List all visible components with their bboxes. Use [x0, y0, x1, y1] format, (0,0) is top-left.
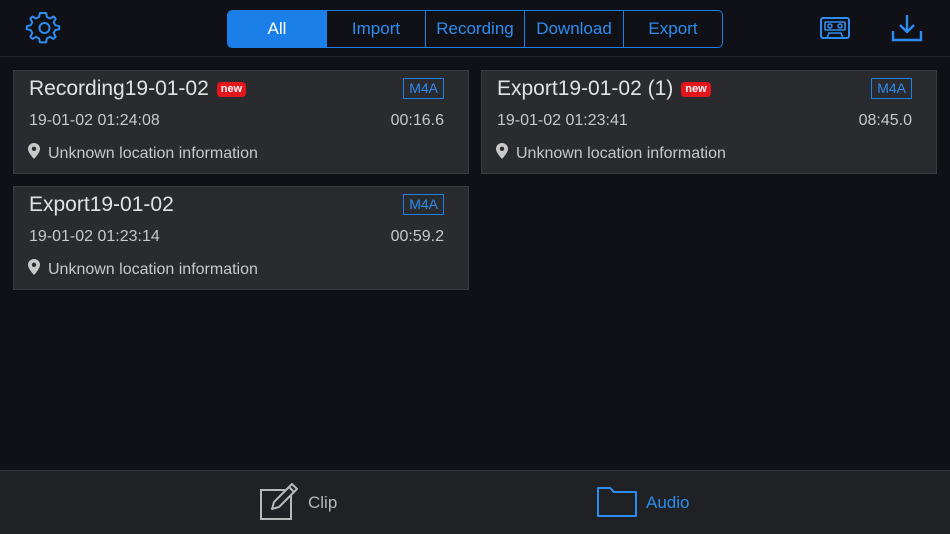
tab-export[interactable]: Export — [624, 11, 722, 47]
cassette-icon[interactable] — [816, 12, 854, 44]
recording-title: Export19-01-02 — [29, 193, 174, 216]
new-badge: new — [681, 81, 711, 97]
gear-icon[interactable] — [24, 10, 62, 46]
tab-clip-label: Clip — [308, 493, 338, 512]
recording-date: 19-01-02 01:23:14 — [29, 228, 160, 245]
location-pin-icon — [28, 143, 40, 164]
recording-duration: 08:45.0 — [858, 112, 912, 129]
recording-card[interactable]: Export19-01-02 M4A 19-01-02 01:23:14 00:… — [13, 186, 469, 290]
new-badge: new — [216, 81, 247, 97]
recording-card[interactable]: Recording19-01-02 new M4A 19-01-02 01:24… — [13, 70, 469, 174]
download-icon[interactable] — [886, 10, 928, 46]
folder-icon — [596, 484, 638, 523]
location-row: Unknown location information — [28, 259, 258, 280]
recording-duration: 00:59.2 — [390, 228, 444, 245]
tab-download[interactable]: Download — [525, 11, 624, 47]
format-badge: M4A — [403, 78, 444, 99]
recording-duration: 00:16.6 — [390, 112, 444, 129]
format-badge: M4A — [403, 194, 444, 215]
top-bar: All Import Recording Download Export — [0, 0, 950, 57]
location-pin-icon — [28, 259, 40, 280]
card-title-row: Export19-01-02 — [29, 193, 174, 217]
tab-recording[interactable]: Recording — [426, 11, 525, 47]
location-pin-icon — [496, 143, 508, 164]
edit-icon — [258, 481, 300, 526]
location-row: Unknown location information — [496, 143, 726, 164]
recording-date: 19-01-02 01:24:08 — [29, 112, 160, 129]
filter-segmented-control: All Import Recording Download Export — [227, 10, 723, 48]
tab-import[interactable]: Import — [327, 11, 426, 47]
card-title-row: Recording19-01-02 new — [29, 77, 247, 101]
bottom-tab-bar: Clip Audio — [0, 470, 950, 534]
tab-clip[interactable]: Clip — [258, 471, 337, 534]
recording-title: Export19-01-02 (1) — [497, 77, 674, 100]
recording-title: Recording19-01-02 — [29, 77, 209, 100]
location-row: Unknown location information — [28, 143, 258, 164]
tab-audio[interactable]: Audio — [596, 471, 689, 534]
card-title-row: Export19-01-02 (1) new — [497, 77, 711, 101]
recording-date: 19-01-02 01:23:41 — [497, 112, 628, 129]
tab-all[interactable]: All — [228, 11, 327, 47]
tab-audio-label: Audio — [646, 493, 690, 512]
location-text: Unknown location information — [48, 144, 258, 162]
location-text: Unknown location information — [48, 260, 258, 278]
format-badge: M4A — [871, 78, 912, 99]
location-text: Unknown location information — [516, 144, 726, 162]
recording-card[interactable]: Export19-01-02 (1) new M4A 19-01-02 01:2… — [481, 70, 937, 174]
